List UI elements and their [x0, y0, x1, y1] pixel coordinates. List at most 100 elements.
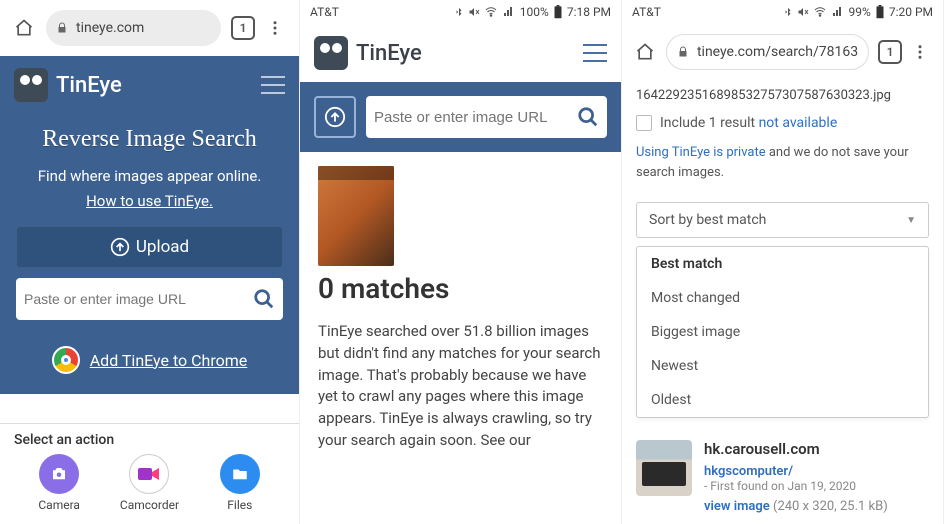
mute-icon	[468, 6, 480, 18]
include-unavailable-row[interactable]: Include 1 result not available	[636, 115, 929, 131]
home-icon[interactable]	[630, 36, 660, 68]
wifi-icon	[813, 6, 827, 18]
result-first-found: - First found on Jan 19, 2020	[704, 479, 929, 493]
url-input-row	[366, 96, 607, 138]
action-camcorder[interactable]: Camcorder	[109, 454, 189, 512]
privacy-link[interactable]: Using TinEye is private	[636, 145, 766, 160]
wifi-icon	[484, 6, 498, 18]
mute-icon	[797, 6, 809, 18]
privacy-notice: Using TinEye is private and we do not sa…	[636, 143, 929, 182]
results-panel: 16422923516898532757307587630323.jpg Inc…	[622, 80, 943, 426]
battery-icon	[875, 5, 885, 19]
upload-icon	[110, 237, 130, 257]
upload-button[interactable]: Upload	[16, 226, 283, 268]
carrier-text: AT&T	[310, 5, 339, 19]
result-item: hk.carousell.com hkgscomputer/ - First f…	[622, 426, 943, 514]
chrome-extension-promo[interactable]: Add TinEye to Chrome	[16, 346, 283, 374]
action-camera[interactable]: Camera	[19, 454, 99, 512]
chrome-toolbar: tineye.com/search/78163 1	[622, 24, 943, 80]
upload-button[interactable]	[314, 96, 356, 138]
results-body: 0 matches TinEye searched over 51.8 bill…	[300, 152, 621, 466]
home-icon[interactable]	[8, 12, 40, 44]
brand-text: TinEye	[56, 73, 122, 98]
action-camera-label: Camera	[38, 498, 80, 512]
sort-dropdown: Best match Most changed Biggest image Ne…	[636, 246, 929, 418]
result-thumbnail[interactable]	[636, 440, 692, 496]
sort-option-biggest-image[interactable]: Biggest image	[637, 315, 928, 349]
matches-heading: 0 matches	[318, 272, 603, 305]
chrome-icon	[52, 346, 80, 374]
not-available-link[interactable]: not available	[759, 115, 838, 131]
brand-text: TinEye	[356, 41, 422, 66]
sort-current-label: Sort by best match	[649, 212, 766, 228]
sort-select[interactable]: Sort by best match ▼	[636, 202, 929, 238]
address-text: tineye.com	[76, 20, 144, 36]
action-files-label: Files	[227, 498, 252, 512]
clock-text: 7:20 PM	[889, 5, 933, 19]
action-camcorder-label: Camcorder	[120, 498, 179, 512]
lock-icon	[677, 45, 689, 59]
hero-title: Reverse Image Search	[16, 126, 283, 153]
action-sheet: Select an action Camera Camcorder Files	[0, 423, 299, 524]
bluetooth-icon	[454, 6, 464, 18]
status-bar: AT&T 99% 7:20 PM	[622, 0, 943, 24]
checkbox-icon[interactable]	[636, 115, 652, 131]
tineye-logo[interactable]: TinEye	[14, 68, 122, 102]
upload-icon	[324, 106, 346, 128]
url-input-row	[16, 278, 283, 320]
tab-switcher[interactable]: 1	[875, 36, 905, 68]
howto-link[interactable]: How to use TinEye.	[86, 192, 213, 210]
tineye-header: TinEye	[0, 56, 299, 114]
search-icon[interactable]	[577, 106, 599, 128]
bluetooth-icon	[783, 6, 793, 18]
battery-icon	[553, 5, 563, 19]
tineye-mascot-icon	[314, 36, 348, 70]
action-files[interactable]: Files	[200, 454, 280, 512]
hamburger-icon[interactable]	[583, 44, 607, 62]
files-icon	[220, 454, 260, 494]
query-image-thumbnail[interactable]	[318, 166, 394, 266]
sort-option-best-match[interactable]: Best match	[637, 247, 928, 281]
result-view-row: view image (240 x 320, 25.1 kB)	[704, 499, 929, 514]
signal-icon	[502, 6, 516, 18]
signal-icon	[831, 6, 845, 18]
address-bar[interactable]: tineye.com	[46, 10, 221, 46]
include-text: Include 1 result	[660, 115, 759, 131]
no-results-text: TinEye searched over 51.8 billion images…	[318, 321, 603, 452]
result-user-link[interactable]: hkgscomputer/	[704, 464, 929, 479]
url-input[interactable]	[24, 291, 253, 307]
chrome-promo-text: Add TinEye to Chrome	[90, 351, 248, 370]
address-bar[interactable]: tineye.com/search/78163	[666, 34, 869, 70]
result-domain[interactable]: hk.carousell.com	[704, 440, 929, 458]
tab-switcher[interactable]: 1	[227, 12, 259, 44]
tineye-mascot-icon	[14, 68, 48, 102]
more-menu-icon[interactable]	[905, 36, 935, 68]
search-icon[interactable]	[253, 288, 275, 310]
more-menu-icon[interactable]	[259, 12, 291, 44]
search-bar-section	[300, 82, 621, 152]
address-text: tineye.com/search/78163	[697, 44, 858, 60]
tab-count: 1	[887, 45, 894, 59]
hero-subtitle: Find where images appear online.	[16, 167, 283, 185]
hamburger-icon[interactable]	[261, 76, 285, 94]
sort-option-most-changed[interactable]: Most changed	[637, 281, 928, 315]
camcorder-icon	[129, 454, 169, 494]
chevron-down-icon: ▼	[906, 215, 916, 226]
carrier-text: AT&T	[632, 5, 661, 19]
chrome-toolbar: tineye.com 1	[0, 0, 299, 56]
sheet-title: Select an action	[14, 432, 285, 448]
lock-icon	[56, 21, 68, 35]
url-input[interactable]	[374, 109, 577, 126]
upload-label: Upload	[136, 237, 189, 257]
result-dimensions: (240 x 320, 25.1 kB)	[770, 499, 888, 514]
uploaded-filename: 16422923516898532757307587630323.jpg	[636, 88, 929, 103]
view-image-link[interactable]: view image	[704, 499, 770, 514]
tab-count: 1	[240, 21, 247, 35]
battery-pct: 99%	[849, 5, 871, 19]
tineye-logo[interactable]: TinEye	[314, 36, 422, 70]
sort-option-newest[interactable]: Newest	[637, 349, 928, 383]
sort-option-oldest[interactable]: Oldest	[637, 383, 928, 417]
tineye-header: TinEye	[300, 24, 621, 82]
camera-icon	[39, 454, 79, 494]
battery-pct: 100%	[520, 5, 549, 19]
